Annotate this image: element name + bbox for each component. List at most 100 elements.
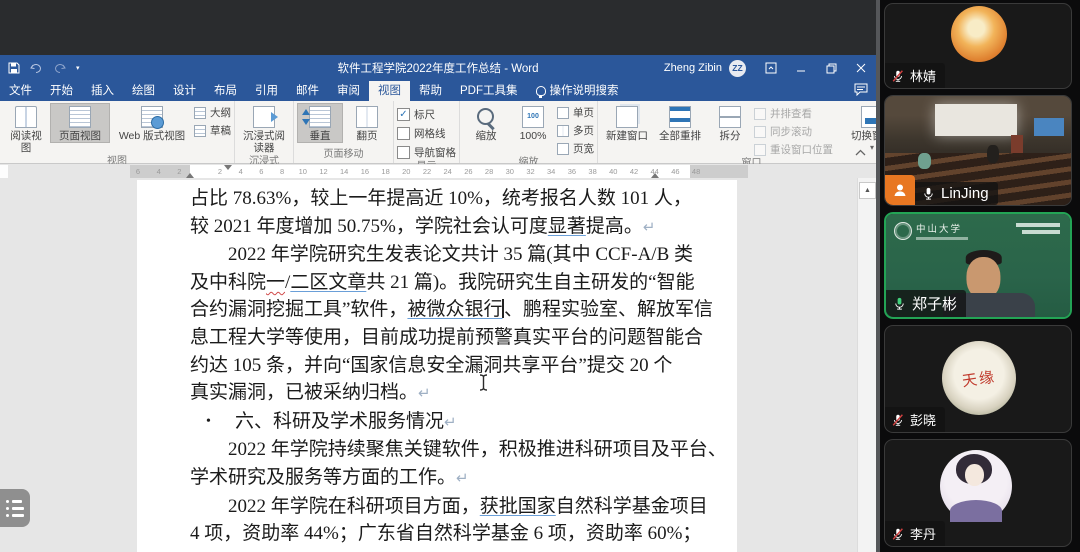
document-line[interactable]: 约达 105 条，并向“国家信息安全漏洞共享平台”提交 20 个 — [190, 352, 667, 380]
document-line[interactable]: 真实漏洞，已被采纳归档。↵ — [190, 379, 667, 408]
draft-icon — [194, 125, 206, 137]
university-logo: 中山大学 — [894, 221, 968, 240]
document-line[interactable]: 2022 年学院持续聚焦关键软件，积极推进科研项目及平台、 — [190, 436, 667, 464]
word-title-bar: ▾ 软件工程学院2022年度工作总结 - Word Zheng Zibin ZZ — [0, 55, 876, 81]
document-line[interactable]: 及中科院一/二区文章共 21 篇)。我院研究生自主研发的“智能 — [190, 269, 667, 297]
person — [987, 145, 999, 163]
document-line[interactable]: 学术研究及服务等方面的工作。↵ — [190, 464, 667, 493]
zoom-100-button[interactable]: 100100% — [510, 103, 556, 143]
university-emblem-icon — [894, 222, 912, 240]
split-button[interactable]: 拆分 — [707, 103, 753, 143]
vertical-scrollbar[interactable]: ▲ — [857, 178, 876, 552]
web-layout-button[interactable]: Web 版式视图 — [111, 103, 193, 143]
account-name: Zheng Zibin — [664, 62, 722, 74]
document-line[interactable]: 较 2021 年度增加 50.75%，学院社会认可度显著提高。↵ — [190, 213, 667, 242]
document-line[interactable]: 息工程大学等使用，目前成功提前预警真实平台的问题智能合 — [190, 324, 667, 352]
outline-view-button[interactable]: 大纲 — [194, 105, 231, 120]
draft-view-button[interactable]: 草稿 — [194, 123, 231, 138]
ribbon-tab[interactable]: 绘图 — [123, 81, 164, 101]
side-panel-toggle-button[interactable] — [0, 489, 30, 527]
mic-muted-icon — [891, 413, 905, 427]
document-line[interactable]: 六、科研及学术服务情况↵ — [190, 408, 667, 437]
scroll-up-button[interactable]: ▲ — [859, 182, 876, 199]
immersive-reader-button[interactable]: 沉浸式阅读器 — [238, 103, 290, 155]
close-button[interactable] — [846, 55, 876, 81]
participant-tile[interactable]: 林婧 — [884, 3, 1072, 89]
mic-muted-icon — [891, 527, 905, 541]
side-display — [1034, 118, 1064, 137]
ribbon-tab[interactable]: 帮助 — [410, 81, 451, 101]
document-line[interactable]: 2022 年学院研究生发表论文共计 35 篇(其中 CCF-A/B 类 — [190, 241, 667, 269]
navigation-pane-checkbox[interactable]: 导航窗格 — [397, 145, 456, 160]
ribbon-tab-bar: 文件开始插入绘图设计布局引用邮件审阅视图帮助PDF工具集操作说明搜索 — [0, 81, 876, 101]
minimize-button[interactable] — [786, 55, 816, 81]
background-slogan — [1016, 223, 1060, 234]
redo-icon[interactable] — [53, 63, 66, 74]
account-info[interactable]: Zheng Zibin ZZ — [664, 60, 746, 77]
ribbon-tab[interactable]: 插入 — [82, 81, 123, 101]
customize-qat-icon[interactable]: ▾ — [76, 64, 80, 72]
save-icon[interactable] — [8, 62, 20, 74]
mic-on-icon — [921, 186, 936, 201]
reset-window-position-button[interactable]: 重设窗口位置 — [754, 142, 833, 157]
new-window-button[interactable]: 新建窗口 — [601, 103, 653, 143]
ribbon-tab[interactable]: 引用 — [246, 81, 287, 101]
print-layout-button[interactable]: 页面视图 — [50, 103, 110, 143]
side-by-side-icon — [754, 108, 766, 120]
participant-tile[interactable]: 李丹 — [884, 439, 1072, 547]
page-width-button[interactable]: 页宽 — [557, 141, 594, 156]
vertical-icon — [309, 106, 331, 128]
ribbon-display-options-button[interactable] — [756, 55, 786, 81]
ribbon-tab[interactable]: 操作说明搜索 — [527, 81, 628, 101]
arrange-all-icon — [669, 106, 691, 128]
multiple-pages-button[interactable]: 多页 — [557, 123, 594, 138]
document-line[interactable]: 2022 年学院在科研项目方面，获批国家自然科学基金项目 — [190, 493, 667, 521]
view-side-by-side-button[interactable]: 并排查看 — [754, 106, 833, 121]
read-mode-icon — [15, 106, 37, 128]
ribbon-group-immersive: 沉浸式阅读器 沉浸式 — [235, 101, 294, 163]
ribbon-tab[interactable]: 文件 — [0, 81, 41, 101]
magnifier-icon — [475, 106, 497, 128]
participant-tile[interactable]: LinJing — [884, 95, 1072, 206]
ribbon-group-zoom: 缩放 100100% 单页 多页 页宽 缩放 — [460, 101, 598, 163]
vertical-button[interactable]: 垂直 — [297, 103, 343, 143]
hanging-indent-marker[interactable] — [186, 173, 194, 178]
horizontal-ruler[interactable]: 6422468101214161820222426283032343638404… — [130, 165, 748, 178]
page-width-icon — [557, 143, 569, 155]
participant-tile-active-speaker[interactable]: 中山大学 郑子彬 — [884, 212, 1072, 319]
gridlines-checkbox[interactable]: 网格线 — [397, 126, 456, 141]
ribbon-tab[interactable]: PDF工具集 — [451, 81, 527, 101]
meeting-screen: { "word": { "window_title": "软件工程学院2022年… — [0, 0, 1080, 552]
one-page-button[interactable]: 单页 — [557, 105, 594, 120]
ruler-checkbox[interactable]: ✓标尺 — [397, 107, 456, 122]
zoom-100-icon: 100 — [522, 106, 544, 128]
document-line[interactable]: 合约漏洞挖掘工具”软件，被微众银行、鹏程实验室、解放军信 — [190, 296, 667, 324]
restore-button[interactable] — [816, 55, 846, 81]
document-line[interactable]: 4 项，资助率 44%；广东省自然科学基金 6 项，资助率 60%； — [190, 520, 667, 548]
document-page[interactable]: 占比 78.63%，较上一年提高近 10%，统考报名人数 101 人，较 202… — [137, 180, 737, 552]
projector-screen — [935, 104, 1017, 137]
ribbon-tab[interactable]: 审阅 — [328, 81, 369, 101]
ribbon-tab[interactable]: 开始 — [41, 81, 82, 101]
zoom-button[interactable]: 缩放 — [463, 103, 509, 143]
read-mode-button[interactable]: 阅读视图 — [3, 103, 49, 155]
side-to-side-button[interactable]: 翻页 — [344, 103, 390, 143]
comment-bubble-icon[interactable] — [854, 83, 868, 101]
web-layout-icon — [141, 106, 163, 128]
member-badge — [885, 175, 915, 205]
ruler-corner — [0, 165, 8, 178]
ribbon-tab[interactable]: 视图 — [369, 81, 410, 101]
ribbon-tab[interactable]: 布局 — [205, 81, 246, 101]
reset-window-icon — [754, 144, 766, 156]
ribbon-tab[interactable]: 邮件 — [287, 81, 328, 101]
participant-name-chip: 彭晓 — [885, 407, 945, 432]
arrange-all-button[interactable]: 全部重排 — [654, 103, 706, 143]
collapse-ribbon-button[interactable] — [855, 147, 866, 159]
participant-tile[interactable]: 天缘 彭晓 — [884, 325, 1072, 433]
document-line[interactable]: 占比 78.63%，较上一年提高近 10%，统考报名人数 101 人， — [190, 185, 667, 213]
undo-icon[interactable] — [30, 63, 43, 74]
ribbon-tab[interactable]: 设计 — [164, 81, 205, 101]
avatar-inscription: 天缘 — [961, 365, 998, 391]
synchronous-scrolling-button[interactable]: 同步滚动 — [754, 124, 833, 139]
first-line-indent-marker[interactable] — [224, 165, 232, 170]
